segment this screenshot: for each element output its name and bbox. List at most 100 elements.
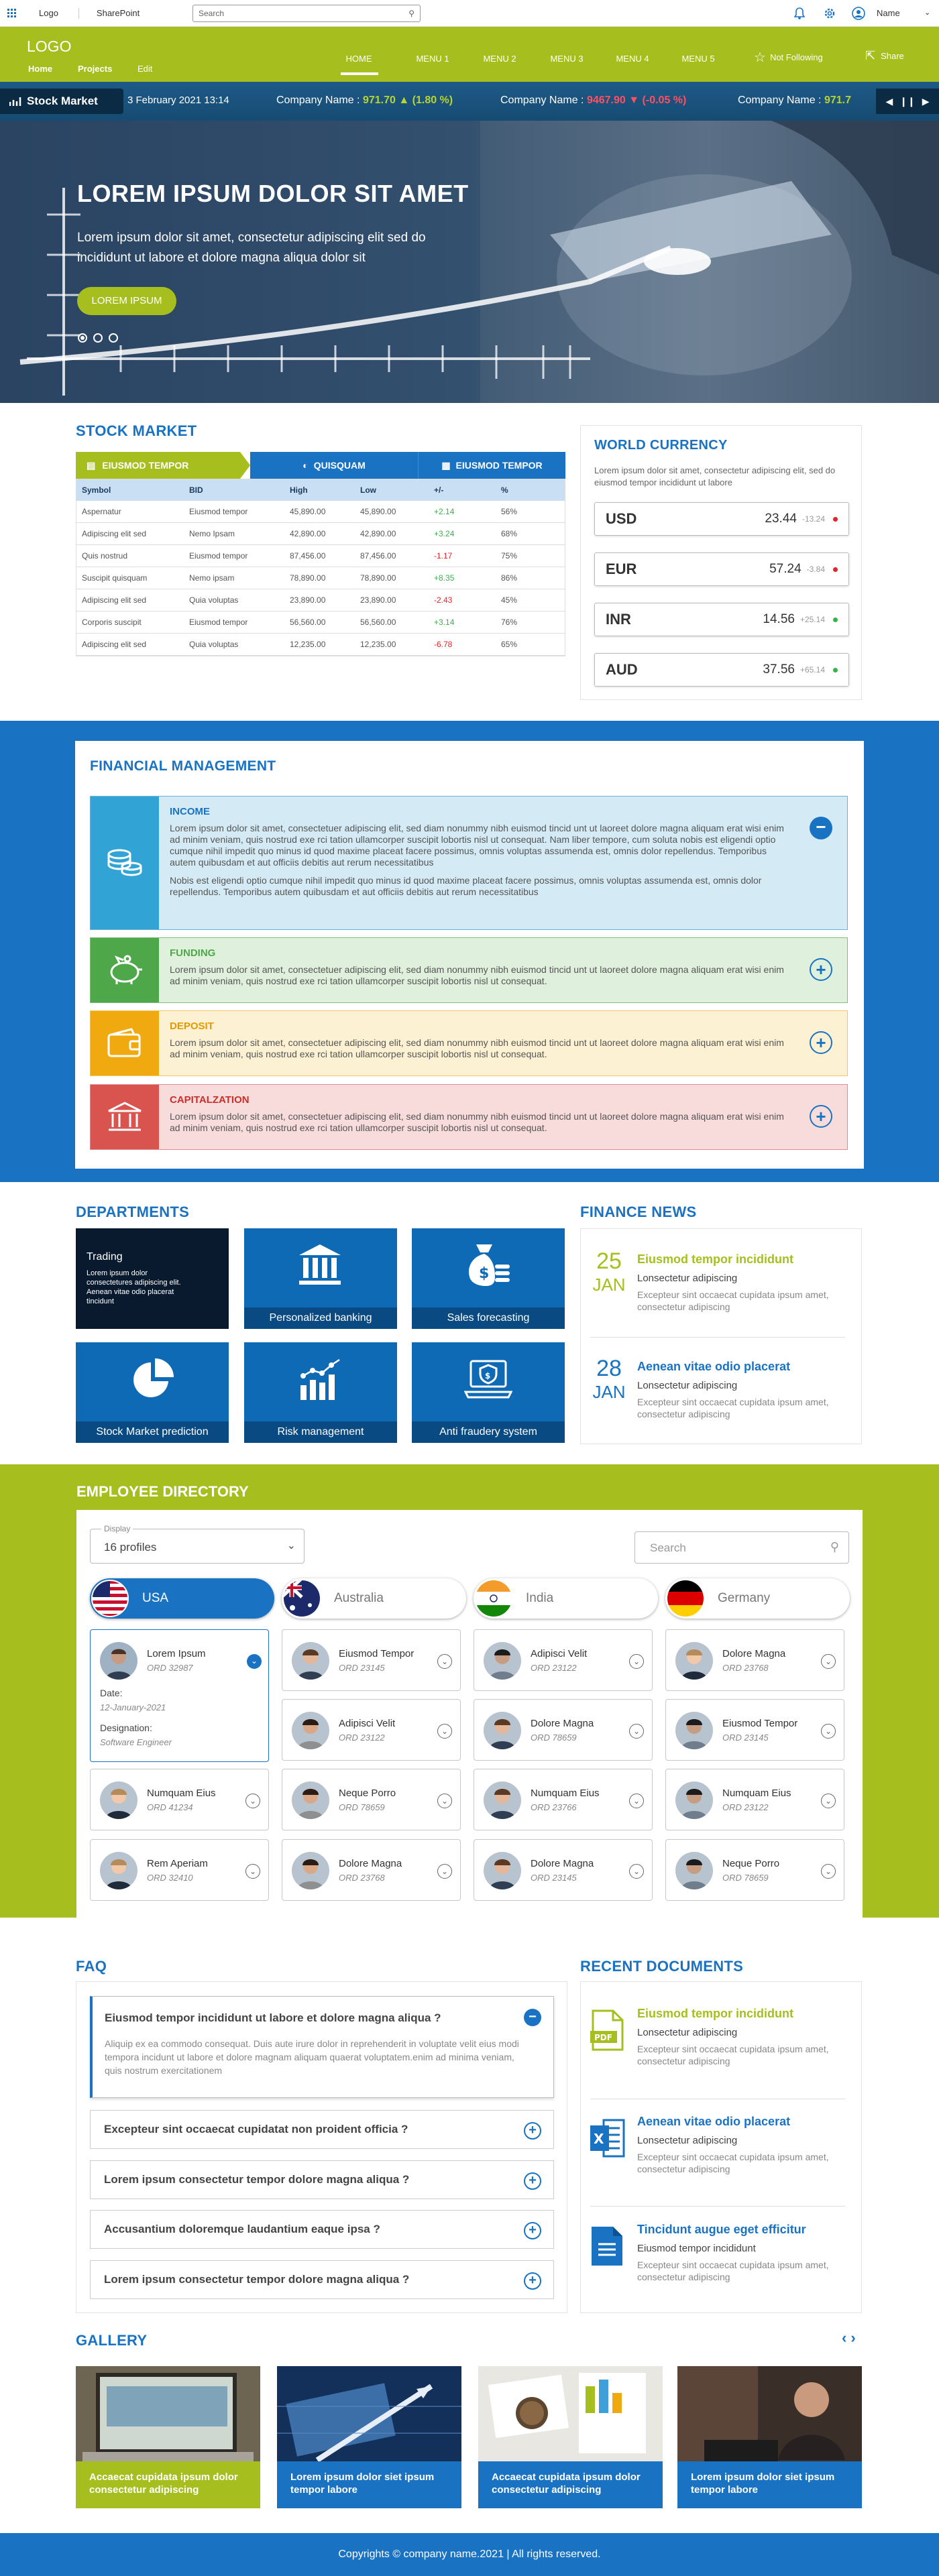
capitalization-item[interactable]: CAPITALZATION Lorem ipsum dolor sit amet,… <box>90 1084 848 1150</box>
employee-card[interactable]: Dolore Magna ORD 23145 ⌄ <box>474 1839 653 1901</box>
chevron-down-icon[interactable]: ⌄ <box>437 1794 452 1808</box>
prev-icon[interactable]: ◀ <box>885 96 893 107</box>
expand-icon[interactable]: + <box>524 2272 541 2290</box>
employee-card[interactable]: Numquam Eius ORD 23766 ⌄ <box>474 1769 653 1830</box>
top-search-input[interactable]: Search ⚲ <box>192 5 421 22</box>
funding-item[interactable]: FUNDING Lorem ipsum dolor sit amet, conse… <box>90 937 848 1003</box>
bell-icon[interactable] <box>794 7 805 19</box>
table-row[interactable]: Suscipit quisquam Nemo ipsam 78,890.00 78,8… <box>76 567 565 589</box>
gallery-item[interactable]: Lorem ipsum dolor siet ipsum tempor labo… <box>677 2366 862 2508</box>
logo[interactable]: LOGO <box>27 38 71 56</box>
chevron-down-icon[interactable]: ⌄ <box>821 1654 836 1669</box>
not-following-button[interactable]: ☆ Not Following <box>754 49 823 66</box>
employee-card[interactable]: Dolore Magna ORD 23768 ⌄ <box>282 1839 461 1901</box>
tab-eiusmod-tempor[interactable]: ▤ EIUSMOD TEMPOR <box>76 452 250 479</box>
share-button[interactable]: ⇱ Share <box>865 49 904 63</box>
expand-icon[interactable]: + <box>524 2222 541 2239</box>
dept-personalized-banking[interactable]: Personalized banking <box>244 1228 397 1329</box>
employee-card[interactable]: Dolore Magna ORD 78659 ⌄ <box>474 1699 653 1761</box>
employee-card[interactable]: Eiusmod Tempor ORD 23145 ⌄ <box>282 1629 461 1691</box>
expand-icon[interactable]: + <box>524 2122 541 2140</box>
search-icon[interactable]: ⚲ <box>408 9 415 18</box>
tab-quisquam[interactable]: ◐ QUISQUAM <box>250 452 418 479</box>
user-avatar-icon[interactable] <box>852 7 865 20</box>
gear-icon[interactable] <box>824 7 836 19</box>
next-icon[interactable]: ▶ <box>922 96 930 107</box>
gallery-item[interactable]: Accaecat cupidata ipsum dolor consectetu… <box>478 2366 663 2508</box>
ticker-item[interactable]: Company Name : 971.7 <box>738 95 879 107</box>
directory-search-input[interactable]: Search ⚲ <box>634 1531 849 1564</box>
nav-menu-4[interactable]: MENU 4 <box>602 54 663 64</box>
carousel-dot-active[interactable] <box>78 333 87 343</box>
chevron-down-icon[interactable]: ⌄ <box>821 1794 836 1808</box>
currency-row[interactable]: USD 23.44 -13.24 <box>594 502 849 536</box>
expand-icon[interactable]: + <box>810 958 832 981</box>
carousel-dot[interactable] <box>93 333 103 343</box>
nav-menu-3[interactable]: MENU 3 <box>537 54 597 64</box>
chevron-down-icon[interactable]: ⌄ <box>924 8 930 17</box>
pause-icon[interactable]: ❙❙ <box>899 96 915 107</box>
table-row[interactable]: Adipiscing elit sed Quia voluptas 12,235.0… <box>76 633 565 656</box>
country-tab-usa[interactable]: USA <box>90 1578 274 1619</box>
employee-card[interactable]: Dolore Magna ORD 23768 ⌄ <box>665 1629 844 1691</box>
carousel-dot[interactable] <box>109 333 118 343</box>
prev-icon[interactable]: ‹ <box>842 2329 850 2346</box>
nav-menu-5[interactable]: MENU 5 <box>668 54 728 64</box>
employee-card[interactable]: Numquam Eius ORD 41234 ⌄ <box>90 1769 269 1830</box>
chevron-down-icon[interactable]: ⌄ <box>629 1654 644 1669</box>
chevron-down-icon[interactable]: ⌄ <box>629 1794 644 1808</box>
user-name[interactable]: Name <box>877 8 900 18</box>
subnav-edit[interactable]: Edit <box>137 64 152 74</box>
document-title[interactable]: Eiusmod tempor incididunt <box>637 2007 793 2021</box>
subnav-home[interactable]: Home <box>28 64 52 74</box>
chevron-up-icon[interactable]: ⌄ <box>247 1654 262 1669</box>
document-title[interactable]: Tincidunt augue eget efficitur <box>637 2223 806 2237</box>
dept-anti-fraudery-system[interactable]: $ Anti fraudery system <box>412 1342 565 1443</box>
faq-item[interactable]: Accusantium doloremque laudantium eaque … <box>90 2210 554 2249</box>
chevron-down-icon[interactable]: ⌄ <box>821 1864 836 1879</box>
expand-icon[interactable]: + <box>810 1105 832 1128</box>
chevron-down-icon[interactable]: ⌄ <box>245 1794 260 1808</box>
employee-card[interactable]: Eiusmod Tempor ORD 23145 ⌄ <box>665 1699 844 1761</box>
table-row[interactable]: Adipiscing elit sed Nemo Ipsam 42,890.00 42… <box>76 522 565 545</box>
faq-item-open[interactable]: Eiusmod tempor incididunt ut labore et d… <box>90 1996 554 2098</box>
table-row[interactable]: Quis nostrud Eiusmod tempor 87,456.00 87,45… <box>76 544 565 567</box>
collapse-icon[interactable]: − <box>524 2009 541 2026</box>
income-item[interactable]: INCOME Lorem ipsum dolor sit amet, consec… <box>90 796 848 930</box>
document-item[interactable]: X Aenean vitae odio placerat Lonsectetur… <box>590 2115 845 2209</box>
app-launcher-icon[interactable] <box>0 0 24 27</box>
display-select[interactable]: Display 16 profiles ⌄ <box>90 1524 305 1564</box>
dept-trading[interactable]: Trading Lorem ipsum dolor consectetures … <box>76 1228 229 1329</box>
currency-row[interactable]: AUD 37.56 +65.14 <box>594 653 849 687</box>
employee-card[interactable]: Numquam Eius ORD 23122 ⌄ <box>665 1769 844 1830</box>
topbar-sharepoint-link[interactable]: SharePoint <box>79 8 152 19</box>
document-item[interactable]: PDF Eiusmod tempor incididunt Lonsectetu… <box>590 2007 845 2101</box>
faq-item[interactable]: Lorem ipsum consectetur tempor dolore ma… <box>90 2160 554 2199</box>
faq-item[interactable]: Lorem ipsum consectetur tempor dolore ma… <box>90 2260 554 2299</box>
currency-row[interactable]: INR 14.56 +25.14 <box>594 603 849 636</box>
employee-card-expanded[interactable]: Lorem Ipsum ORD 32987 ⌄ Date: 12-January… <box>90 1629 269 1762</box>
table-row[interactable]: Corporis suscipit Eiusmod tempor 56,560.00… <box>76 611 565 634</box>
news-title[interactable]: Aenean vitae odio placerat <box>637 1360 790 1374</box>
dept-risk-management[interactable]: Risk management <box>244 1342 397 1443</box>
table-row[interactable]: Aspernatur Eiusmod tempor 45,890.00 45,890.… <box>76 501 565 523</box>
document-item[interactable]: Tincidunt augue eget efficitur Eiusmod t… <box>590 2223 845 2317</box>
ticker-item[interactable]: Company Name : 9467.90 ▼ (-0.05 %) <box>500 95 686 107</box>
currency-row[interactable]: EUR 57.24 -3.84 <box>594 552 849 586</box>
deposit-item[interactable]: DEPOSIT Lorem ipsum dolor sit amet, conse… <box>90 1010 848 1076</box>
country-tab-australia[interactable]: Australia <box>282 1578 466 1619</box>
document-title[interactable]: Aenean vitae odio placerat <box>637 2115 790 2129</box>
nav-menu-2[interactable]: MENU 2 <box>470 54 530 64</box>
chevron-down-icon[interactable]: ⌄ <box>821 1724 836 1739</box>
dept-stock-market-prediction[interactable]: Stock Market prediction <box>76 1342 229 1443</box>
chevron-down-icon[interactable]: ⌄ <box>629 1724 644 1739</box>
dept-sales-forecasting[interactable]: $ Sales forecasting <box>412 1228 565 1329</box>
news-item[interactable]: 28 JAN Aenean vitae odio placerat Lonsect… <box>590 1356 845 1436</box>
search-icon[interactable]: ⚲ <box>830 1540 839 1554</box>
chevron-down-icon[interactable]: ⌄ <box>629 1864 644 1879</box>
news-title[interactable]: Eiusmod tempor incididunt <box>637 1252 793 1267</box>
employee-card[interactable]: Rem Aperiam ORD 32410 ⌄ <box>90 1839 269 1901</box>
next-icon[interactable]: › <box>850 2329 859 2346</box>
gallery-item[interactable]: Accaecat cupidata ipsum dolor consectetu… <box>76 2366 260 2508</box>
topbar-logo-link[interactable]: Logo <box>24 7 79 19</box>
